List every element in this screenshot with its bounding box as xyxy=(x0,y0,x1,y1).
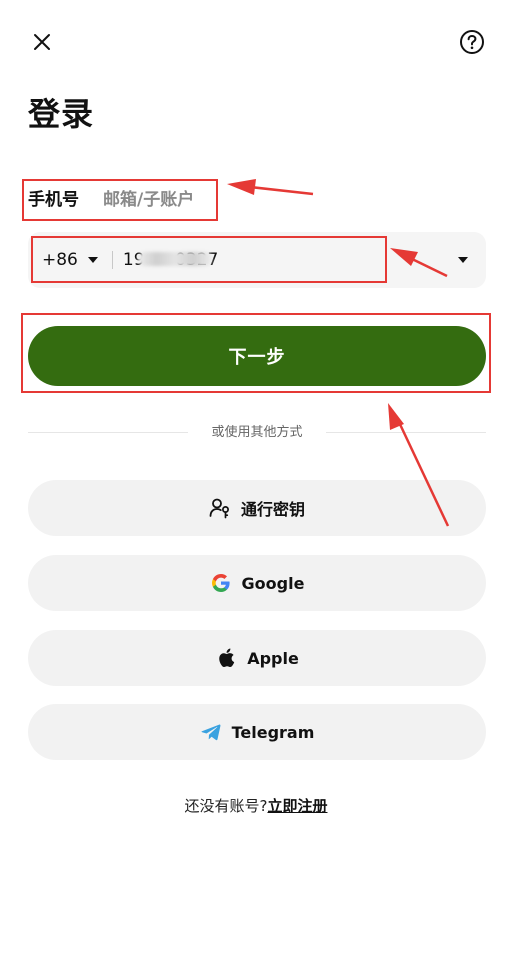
annotation-box-next xyxy=(21,313,491,393)
history-dropdown-icon[interactable] xyxy=(458,257,468,263)
apple-icon xyxy=(215,647,237,669)
telegram-login-button[interactable]: Telegram xyxy=(28,704,486,760)
google-icon xyxy=(210,572,232,594)
divider-left xyxy=(28,432,188,433)
annotation-arrow-tabs-head xyxy=(227,179,256,195)
telegram-icon xyxy=(200,721,222,743)
help-button[interactable] xyxy=(456,26,488,58)
annotation-arrow-tabs-shaft xyxy=(249,185,314,196)
passkey-label: 通行密钥 xyxy=(240,500,305,519)
register-prompt: 还没有账号? xyxy=(184,797,268,815)
passkey-login-button[interactable]: 通行密钥 xyxy=(28,480,486,536)
register-link[interactable]: 立即注册 xyxy=(267,797,327,815)
annotation-box-tabs xyxy=(22,179,218,221)
telegram-label: Telegram xyxy=(231,722,315,742)
other-methods-label: 或使用其他方式 xyxy=(211,425,303,440)
google-login-button[interactable]: Google xyxy=(28,555,486,611)
close-button[interactable] xyxy=(26,26,58,58)
register-row: 还没有账号?立即注册 xyxy=(0,794,512,818)
google-label: Google xyxy=(241,573,305,593)
apple-login-button[interactable]: Apple xyxy=(28,630,486,686)
page-title: 登录 xyxy=(28,95,95,133)
annotation-box-phone xyxy=(31,236,387,283)
annotation-arrow-next-head xyxy=(388,403,404,430)
divider-right xyxy=(326,432,486,433)
close-icon xyxy=(34,34,50,50)
passkey-icon xyxy=(209,497,231,519)
help-circle-icon xyxy=(460,30,484,54)
apple-label: Apple xyxy=(247,648,299,668)
